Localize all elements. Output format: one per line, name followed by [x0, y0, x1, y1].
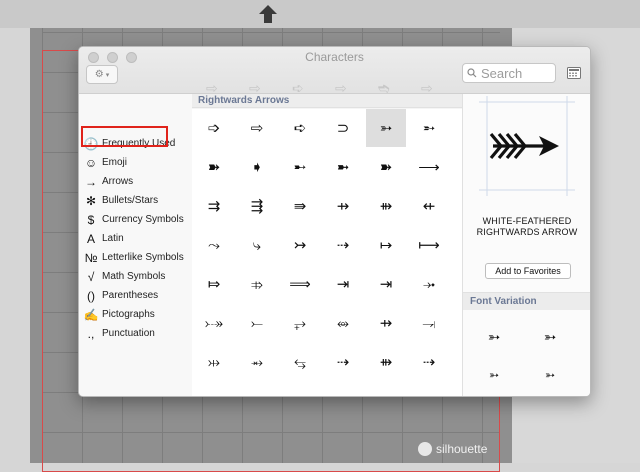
sidebar-item-currency-symbols[interactable]: $ Currency Symbols: [79, 210, 192, 229]
character-cell[interactable]: ⤐: [194, 304, 234, 342]
category-glyph-icon: →: [85, 174, 97, 189]
character-cell[interactable]: ⇥: [323, 265, 363, 303]
category-glyph-icon: ✍: [83, 307, 99, 322]
font-variation-header: Font Variation: [463, 292, 590, 310]
character-cell[interactable]: ⇸: [366, 304, 406, 342]
sidebar-item-latin[interactable]: A Latin: [79, 229, 192, 248]
character-grid: ➩ ⇨ ➪ ⊃ ➳ ➵ ➽ ➧ ➸ ➼ ➽ ⟶ ⇉ ⇶ ⇛ ⇸ ⇻ ⇷ ⤳ ⤷ ↣ ⇢ ↦ ⟼ ⤇ ⤃ ⟹ ⇥ ⇥ ⤞ ⤐ ⤚ ⥅ ⥈ ⇸ ⥗ ⤔ ⥇ ⥃ ⇢…: [192, 109, 462, 396]
sidebar-item-letterlike-symbols[interactable]: № Letterlike Symbols: [79, 248, 192, 267]
category-glyph-icon: №: [84, 250, 98, 265]
sidebar-item-parentheses[interactable]: () Parentheses: [79, 286, 192, 305]
character-cell[interactable]: ⤚: [237, 304, 277, 342]
sidebar-item-bullets-stars[interactable]: ✻ Bullets/Stars: [79, 191, 192, 210]
character-cell[interactable]: ➽: [194, 148, 234, 186]
character-cell[interactable]: ⥅: [280, 304, 320, 342]
section-header: Rightwards Arrows: [192, 94, 462, 108]
character-cell[interactable]: ➳: [366, 109, 406, 147]
load-mat-arrow-icon[interactable]: [257, 3, 279, 25]
add-to-favorites-button[interactable]: Add to Favorites: [485, 263, 571, 279]
sidebar-item-pictographs[interactable]: ✍ Pictographs: [79, 305, 192, 324]
sidebar-item-math-symbols[interactable]: √ Math Symbols: [79, 267, 192, 286]
sidebar-item-label: Letterlike Symbols: [102, 252, 184, 263]
sidebar-item-label: Pictographs: [102, 309, 155, 320]
character-cell[interactable]: ⇸: [323, 187, 363, 225]
character-cell[interactable]: ⇨: [237, 109, 277, 147]
character-cell[interactable]: ⇢: [323, 343, 363, 381]
character-cell[interactable]: ➵: [409, 109, 449, 147]
character-cell[interactable]: ➩: [194, 109, 234, 147]
search-input[interactable]: [481, 65, 551, 81]
character-cell[interactable]: ➼: [323, 148, 363, 186]
character-cell[interactable]: ⇷: [409, 187, 449, 225]
character-cell[interactable]: ⇛: [280, 187, 320, 225]
sidebar-item-label: Parentheses: [102, 290, 159, 301]
character-cell[interactable]: ➧: [237, 148, 277, 186]
character-cell[interactable]: ↦: [366, 226, 406, 264]
brand-logo: silhouette: [418, 442, 487, 456]
category-glyph-icon: $: [87, 212, 95, 227]
character-name: WHITE-FEATHERED RIGHTWARDS ARROW: [476, 216, 578, 237]
sidebar-item-label: Punctuation: [102, 328, 155, 339]
sidebar-item-label: Emoji: [102, 157, 128, 168]
character-detail-panel: WHITE-FEATHERED RIGHTWARDS ARROW Add to …: [462, 94, 590, 396]
character-cell[interactable]: ⥈: [323, 304, 363, 342]
character-cell[interactable]: ➸: [280, 148, 320, 186]
character-cell[interactable]: ⤷: [237, 226, 277, 264]
sidebar-item-punctuation[interactable]: ., Punctuation: [79, 324, 192, 343]
background-toolbar: [0, 0, 640, 28]
sidebar-item-label: Currency Symbols: [102, 214, 184, 225]
search-icon: [467, 68, 477, 78]
category-glyph-icon: (): [87, 288, 95, 303]
sidebar-item-label: Arrows: [102, 176, 134, 187]
character-cell[interactable]: ↣: [280, 226, 320, 264]
character-cell[interactable]: ⤔: [194, 343, 234, 381]
sidebar-item-label: Latin: [102, 233, 124, 244]
character-cell[interactable]: ⇉: [194, 187, 234, 225]
character-cell[interactable]: ➽: [366, 148, 406, 186]
character-cell[interactable]: ⇥: [366, 265, 406, 303]
window-title: Characters: [305, 50, 364, 64]
silhouette-logo-icon: [418, 442, 432, 456]
font-variation-cell[interactable]: ➳: [469, 322, 519, 352]
character-cell[interactable]: ➪: [280, 109, 320, 147]
character-cell[interactable]: ⇻: [366, 343, 406, 381]
font-variation-cell[interactable]: ➳: [469, 360, 519, 390]
font-variation-cell[interactable]: ➳: [525, 360, 575, 390]
category-glyph-icon: ✻: [85, 193, 97, 208]
brand-name: silhouette: [436, 442, 488, 456]
character-cell[interactable]: ⤃: [237, 265, 277, 303]
characters-window: Characters ⚙ ▾ 🕘Frequently Used☺Emoji→Ar…: [78, 46, 591, 397]
character-cell[interactable]: ⟹: [280, 265, 320, 303]
character-cell[interactable]: ⥃: [280, 343, 320, 381]
character-cell[interactable]: ⥗: [409, 304, 449, 342]
character-cell[interactable]: ⥇: [237, 343, 277, 381]
chevron-down-icon: ▾: [105, 71, 110, 79]
character-cell[interactable]: ⇻: [366, 187, 406, 225]
character-cell[interactable]: ⟼: [409, 226, 449, 264]
character-cell[interactable]: ⟶: [409, 148, 449, 186]
character-viewer-toggle-icon[interactable]: [567, 67, 581, 79]
character-cell[interactable]: ⤇: [194, 265, 234, 303]
font-variation-cell[interactable]: ➳: [525, 322, 575, 352]
character-cell[interactable]: ⊃: [323, 109, 363, 147]
gear-icon: ⚙: [94, 69, 104, 80]
sidebar-item-arrows[interactable]: → Arrows: [79, 172, 192, 191]
category-glyph-icon: √: [87, 269, 95, 284]
annotation-highlight-box: [81, 126, 168, 147]
sidebar-item-label: Bullets/Stars: [102, 195, 159, 206]
sidebar-item-emoji[interactable]: ☺ Emoji: [79, 153, 192, 172]
search-field[interactable]: [462, 63, 556, 83]
character-preview: [479, 96, 575, 196]
character-cell[interactable]: ⇢: [409, 343, 449, 381]
category-glyph-icon: .,: [87, 326, 95, 341]
action-menu-button[interactable]: ⚙ ▾: [86, 65, 118, 84]
character-cell[interactable]: ⤳: [194, 226, 234, 264]
character-cell[interactable]: ⤞: [409, 265, 449, 303]
character-cell[interactable]: ⇶: [237, 187, 277, 225]
sidebar-item-label: Math Symbols: [102, 271, 166, 282]
character-cell[interactable]: ⇢: [323, 226, 363, 264]
category-glyph-icon: A: [86, 231, 95, 246]
category-glyph-icon: ☺: [84, 155, 98, 170]
